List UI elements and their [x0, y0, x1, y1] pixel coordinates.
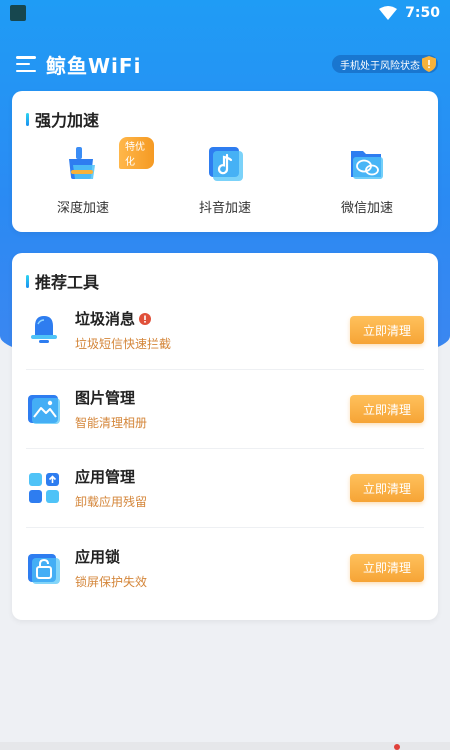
risk-status-text: 手机处于风险状态	[340, 60, 420, 72]
tool-row-app-manager[interactable]: 应用管理 卸载应用残留 立即清理	[26, 449, 424, 528]
app-grid-icon	[29, 473, 59, 503]
lock-icon	[28, 553, 60, 584]
boost-label-deep: 深度加速	[56, 201, 109, 216]
status-time: 7:50	[405, 5, 440, 21]
app-header: 鲸鱼WiFi 手机处于风险状态	[16, 50, 438, 78]
app-notification-icon	[10, 5, 26, 21]
tools-card: 推荐工具 垃圾消息 垃圾短信快速拦截 立即清理 图片管理 智能清理相册 立即清理…	[12, 253, 438, 620]
optimize-badge: 特优化	[119, 137, 154, 169]
wifi-signal-icon	[379, 6, 398, 20]
tools-section-title: 推荐工具	[26, 269, 99, 293]
tool-name-image-manager: 图片管理	[75, 389, 136, 407]
tool-name-junk-messages: 垃圾消息	[75, 310, 136, 328]
app-title: 鲸鱼WiFi	[46, 53, 142, 78]
clean-now-button-junk-messages[interactable]: 立即清理	[350, 316, 424, 344]
clean-now-button-app-manager[interactable]: 立即清理	[350, 474, 424, 502]
tool-desc-image-manager: 智能清理相册	[75, 416, 148, 430]
clean-now-button-image-manager[interactable]: 立即清理	[350, 395, 424, 423]
image-icon	[28, 395, 60, 424]
tool-row-app-lock[interactable]: 应用锁 锁屏保护失效 立即清理	[26, 528, 424, 607]
notification-dot	[394, 744, 400, 750]
tool-desc-junk-messages: 垃圾短信快速拦截	[75, 337, 172, 351]
tool-name-app-lock: 应用锁	[75, 547, 121, 566]
warning-icon	[139, 312, 152, 325]
tool-list: 垃圾消息 垃圾短信快速拦截 立即清理 图片管理 智能清理相册 立即清理 应用管理…	[12, 291, 438, 607]
bell-icon	[31, 316, 57, 343]
bottom-nav-strip	[0, 742, 450, 750]
menu-icon[interactable]	[16, 56, 36, 72]
boost-section-title: 强力加速	[26, 107, 99, 131]
risk-status-badge[interactable]: 手机处于风险状态	[332, 55, 438, 73]
chat-bubbles-icon	[351, 151, 383, 179]
tool-desc-app-manager: 卸载应用残留	[75, 495, 148, 509]
music-note-icon	[209, 147, 243, 181]
tool-row-image-manager[interactable]: 图片管理 智能清理相册 立即清理	[26, 370, 424, 449]
tool-row-junk-messages[interactable]: 垃圾消息 垃圾短信快速拦截 立即清理	[26, 291, 424, 370]
warning-shield-icon	[422, 56, 436, 72]
broom-icon	[69, 147, 95, 179]
tool-desc-app-lock: 锁屏保护失效	[75, 574, 148, 589]
boost-label-douyin: 抖音加速	[198, 201, 251, 216]
clean-now-button-app-lock[interactable]: 立即清理	[350, 553, 424, 582]
boost-item-deep[interactable]: 特优化 深度加速	[12, 137, 154, 216]
boost-label-wechat: 微信加速	[340, 201, 393, 216]
tool-name-app-manager: 应用管理	[75, 468, 136, 486]
boost-item-wechat[interactable]: 微信加速	[296, 143, 438, 216]
status-bar: 7:50	[0, 0, 450, 26]
boost-card: 强力加速 特优化 深度加速 抖音加速 微信加速	[12, 91, 438, 232]
boost-item-douyin[interactable]: 抖音加速	[154, 143, 296, 216]
